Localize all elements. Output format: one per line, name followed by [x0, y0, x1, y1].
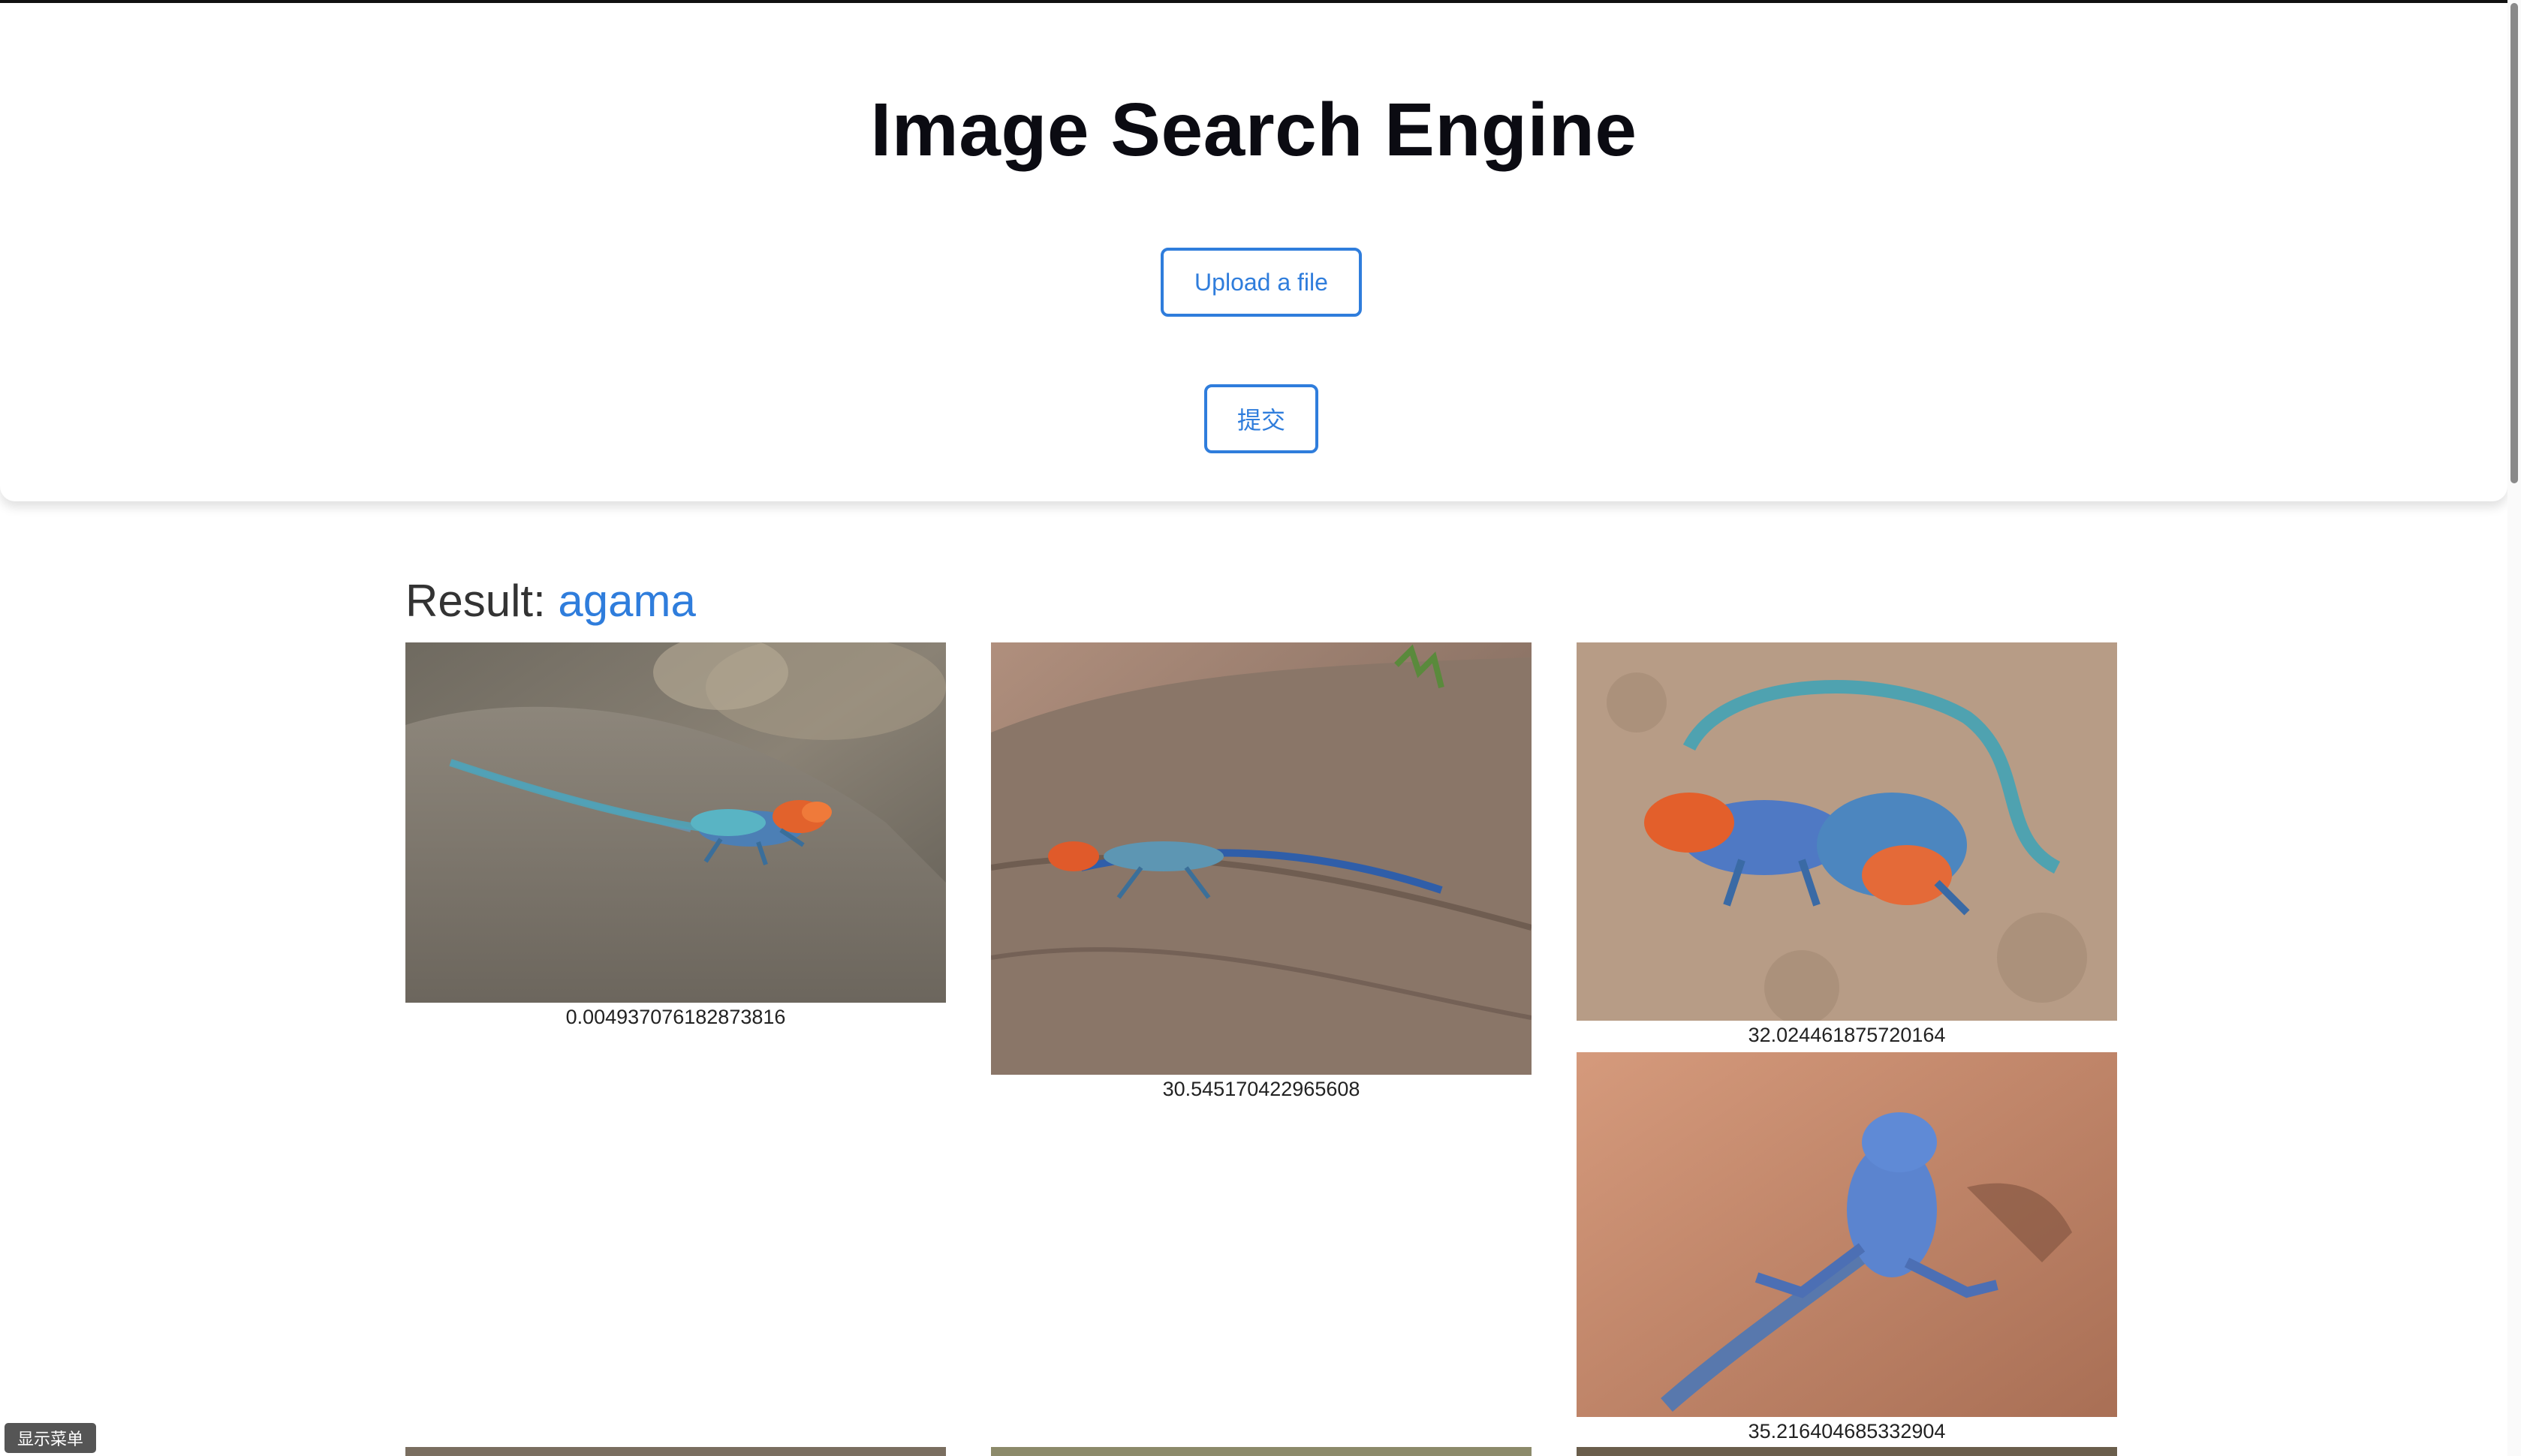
- scrollbar-thumb[interactable]: [2510, 3, 2518, 483]
- scrollbar[interactable]: [2507, 0, 2521, 1456]
- result-image-4[interactable]: [1577, 1052, 2117, 1417]
- result-score-3: 32.024461875720164: [1748, 1024, 1946, 1046]
- result-image-1[interactable]: [405, 642, 946, 1003]
- result-label: Result:: [405, 576, 546, 626]
- header-card: Image Search Engine Upload a file 提交: [0, 3, 2507, 501]
- result-image-3[interactable]: [1577, 642, 2117, 1021]
- result-image-5[interactable]: [405, 1447, 946, 1456]
- result-heading: Result: agama: [405, 575, 696, 627]
- result-score-1: 0.004937076182873816: [565, 1006, 786, 1028]
- top-border: [0, 0, 2507, 3]
- result-score-4: 35.216404685332904: [1748, 1420, 1946, 1442]
- result-image-2[interactable]: [991, 642, 1532, 1075]
- submit-button[interactable]: 提交: [1204, 384, 1318, 453]
- page: Image Search Engine Upload a file 提交 Res…: [0, 0, 2521, 1456]
- page-title: Image Search Engine: [870, 88, 1637, 172]
- result-term: agama: [558, 576, 696, 626]
- result-image-7[interactable]: [1577, 1447, 2117, 1456]
- result-score-2: 30.545170422965608: [1162, 1078, 1360, 1100]
- show-menu-button[interactable]: 显示菜单: [5, 1423, 96, 1453]
- result-image-6[interactable]: [991, 1447, 1532, 1456]
- upload-file-button[interactable]: Upload a file: [1161, 248, 1362, 317]
